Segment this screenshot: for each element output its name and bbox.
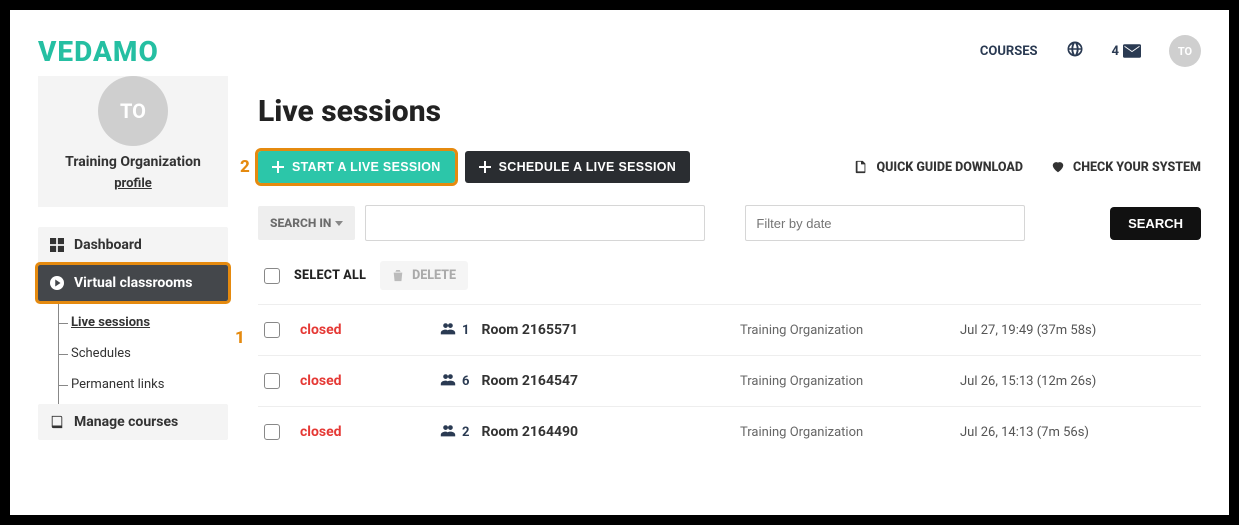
room-name: Room 2164547 [481, 373, 578, 389]
room-name: Room 2165571 [481, 322, 578, 338]
nav-virtual-sub: Live sessions Schedules Permanent links [58, 303, 228, 404]
search-button[interactable]: SEARCH [1110, 207, 1201, 240]
status-badge: closed [300, 322, 440, 338]
table-row: closed 2 Room 2164490 Training Organization… [258, 406, 1201, 457]
time-cell: Jul 26, 15:13 (12m 26s) [960, 374, 1096, 389]
nav: Dashboard Virtual classrooms Live sessio… [38, 227, 228, 440]
profile-card: TO Training Organization profile [38, 76, 228, 207]
sidebar: TO Training Organization profile Dashboa… [38, 86, 228, 457]
quick-guide-link[interactable]: QUICK GUIDE DOWNLOAD [854, 160, 1023, 175]
nav-sub-permanent-label: Permanent links [71, 377, 164, 392]
table-row: closed 6 Room 2164547 Training Organization… [258, 355, 1201, 406]
action-bar: 2 START A LIVE SESSION SCHEDULE A LIVE S… [258, 151, 1201, 183]
org-cell: Training Organization [740, 374, 960, 389]
caret-down-icon [335, 219, 343, 227]
room-name: Room 2164490 [481, 424, 578, 440]
nav-dashboard-label: Dashboard [74, 237, 142, 253]
plus-icon [479, 161, 491, 173]
users-icon [440, 372, 456, 390]
avatar[interactable]: TO [1169, 35, 1201, 67]
nav-dashboard[interactable]: Dashboard [38, 227, 228, 263]
users-icon [440, 423, 456, 441]
delete-button[interactable]: DELETE [380, 261, 468, 290]
profile-link[interactable]: profile [114, 176, 152, 191]
select-all-checkbox[interactable] [264, 268, 280, 284]
mail-count: 4 [1112, 44, 1119, 59]
org-cell: Training Organization [740, 425, 960, 440]
row-checkbox[interactable] [264, 373, 280, 389]
room-cell[interactable]: 6 Room 2164547 [440, 372, 740, 390]
nav-sub-permanent[interactable]: Permanent links [59, 369, 228, 400]
room-cell[interactable]: 1 Room 2165571 [440, 321, 740, 339]
trash-icon [392, 270, 404, 282]
mail-icon [1123, 44, 1141, 58]
page-title: Live sessions [258, 94, 1201, 129]
check-system-label: CHECK YOUR SYSTEM [1073, 160, 1201, 175]
room-cell[interactable]: 2 Room 2164490 [440, 423, 740, 441]
start-live-label: START A LIVE SESSION [292, 160, 441, 174]
select-row: SELECT ALL DELETE [258, 253, 1201, 304]
courses-link[interactable]: COURSES [980, 44, 1038, 59]
status-badge: closed [300, 373, 440, 389]
select-all-label: SELECT ALL [294, 268, 366, 283]
annotation-1: 1 [235, 328, 245, 348]
delete-label: DELETE [412, 268, 456, 283]
profile-org: Training Organization [48, 154, 218, 170]
globe-icon[interactable] [1066, 40, 1084, 62]
schedule-live-label: SCHEDULE A LIVE SESSION [499, 160, 677, 174]
users-icon [440, 321, 456, 339]
search-input[interactable] [365, 205, 705, 241]
nav-manage-label: Manage courses [74, 414, 178, 430]
search-in-label: SEARCH IN [270, 216, 331, 230]
annotation-2: 2 [240, 157, 250, 177]
schedule-live-session-button[interactable]: SCHEDULE A LIVE SESSION [465, 151, 691, 183]
session-list: closed 1 Room 2165571 Training Organization… [258, 304, 1201, 457]
filter-date-input[interactable] [745, 205, 1025, 241]
nav-virtual-classrooms[interactable]: Virtual classrooms [38, 265, 228, 301]
play-circle-icon [50, 276, 64, 290]
nav-sub-live-label: Live sessions [71, 315, 150, 330]
status-badge: closed [300, 424, 440, 440]
heartbeat-icon [1051, 160, 1065, 174]
participant-count: 6 [462, 374, 469, 389]
start-live-session-button[interactable]: START A LIVE SESSION [258, 151, 455, 183]
main: Live sessions 2 START A LIVE SESSION SCH… [258, 86, 1201, 457]
grid-icon [50, 238, 64, 252]
profile-avatar: TO [98, 76, 168, 146]
quick-guide-label: QUICK GUIDE DOWNLOAD [876, 160, 1023, 175]
time-cell: Jul 26, 14:13 (7m 56s) [960, 425, 1089, 440]
topbar: VEDAMO COURSES 4 TO [38, 28, 1201, 74]
table-row: closed 1 Room 2165571 Training Organization… [258, 304, 1201, 355]
participant-count: 1 [462, 323, 469, 338]
participant-count: 2 [462, 425, 469, 440]
topbar-right: COURSES 4 TO [980, 35, 1201, 67]
row-checkbox[interactable] [264, 322, 280, 338]
nav-manage-courses[interactable]: Manage courses [38, 404, 228, 440]
nav-sub-schedules[interactable]: Schedules [59, 338, 228, 369]
download-icon [854, 160, 868, 174]
book-icon [50, 415, 64, 429]
search-in-dropdown[interactable]: SEARCH IN [258, 206, 355, 240]
nav-virtual-label: Virtual classrooms [74, 275, 193, 291]
nav-sub-schedules-label: Schedules [71, 346, 131, 361]
mail-indicator[interactable]: 4 [1112, 44, 1141, 59]
org-cell: Training Organization [740, 323, 960, 338]
plus-icon [272, 161, 284, 173]
toolbar: SEARCH IN SEARCH [258, 205, 1201, 241]
check-system-link[interactable]: CHECK YOUR SYSTEM [1051, 160, 1201, 175]
row-checkbox[interactable] [264, 424, 280, 440]
logo: VEDAMO [38, 35, 159, 68]
nav-sub-live[interactable]: Live sessions [59, 307, 228, 338]
time-cell: Jul 27, 19:49 (37m 58s) [960, 323, 1096, 338]
